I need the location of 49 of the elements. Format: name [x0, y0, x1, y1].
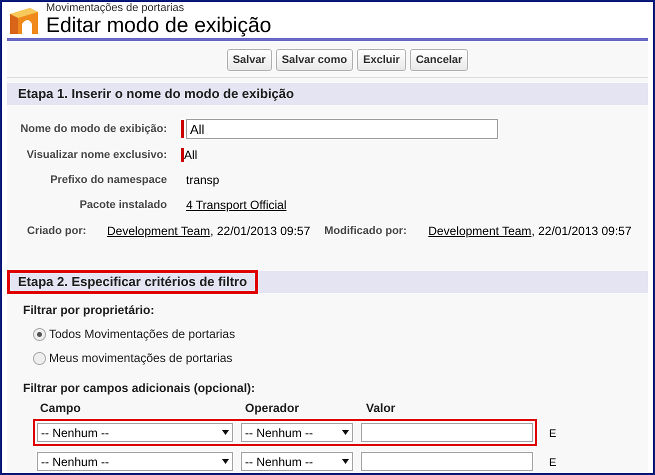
required-marker [181, 120, 184, 138]
column-header: Valor [366, 401, 396, 415]
select-value: -- Nenhum -- [41, 454, 110, 470]
select-value: -- Nenhum -- [245, 424, 314, 442]
field-label: Modificado por: [324, 224, 408, 239]
radio-button[interactable] [33, 352, 46, 364]
conjunction-label: E [549, 456, 556, 472]
page-title: Editar modo de exibição [46, 14, 272, 38]
action-button[interactable]: Excluir [357, 49, 406, 71]
radio-label: Meus movimentações de portarias [49, 350, 232, 367]
user-link[interactable]: Development Team [428, 222, 532, 240]
action-button[interactable]: Salvar [226, 49, 272, 71]
filter-label: Filtrar por proprietário: [23, 302, 154, 319]
modified-date: , 22/01/2013 09:57 [531, 223, 632, 240]
package-link[interactable]: 4 Transport Official [181, 196, 286, 214]
unique-name-value: All [184, 147, 198, 164]
field-label: Nome do modo de exibição: [19, 122, 168, 137]
dropdown-arrow-icon [342, 429, 349, 436]
name-input-field[interactable]: All [186, 119, 498, 139]
conjunction-label: E [549, 427, 556, 442]
field-select[interactable]: -- Nenhum -- [37, 423, 233, 442]
value-input-field[interactable] [361, 452, 533, 471]
operator-select[interactable]: -- Nenhum -- [241, 452, 353, 471]
field-label: Pacote instalado [78, 198, 168, 213]
field-label: Visualizar nome exclusivo: [26, 148, 168, 163]
section-heading: Etapa 2. Especificar critérios de filtro [7, 270, 258, 294]
filter-label: Filtrar por campos adicionais (opcional): [23, 380, 256, 397]
field-select[interactable]: -- Nenhum -- [37, 452, 233, 471]
field-label: Criado por: [26, 224, 87, 239]
breadcrumb: Movimentações de portarias [46, 2, 186, 14]
dropdown-arrow-icon [222, 429, 229, 436]
action-button[interactable]: Cancelar [410, 49, 468, 71]
radio-label: Todos Movimentações de portarias [49, 326, 236, 343]
section-heading: Etapa 1. Inserir o nome do modo de exibição [17, 85, 295, 104]
action-button[interactable]: Salvar como [276, 49, 354, 71]
column-header: Operador [245, 401, 300, 415]
operator-select[interactable]: -- Nenhum -- [241, 423, 353, 442]
select-value: -- Nenhum -- [41, 424, 110, 442]
dropdown-arrow-icon [342, 458, 349, 465]
radio-button[interactable] [33, 328, 46, 340]
field-label: Prefixo do namespace [49, 172, 168, 188]
required-marker [181, 148, 184, 162]
select-value: -- Nenhum -- [245, 454, 314, 470]
dropdown-arrow-icon [222, 458, 229, 465]
column-header: Campo [40, 401, 81, 415]
value-input-field[interactable] [361, 423, 533, 442]
created-date: , 22/01/2013 09:57 [210, 223, 310, 240]
user-link[interactable]: Development Team [107, 222, 210, 240]
namespace-value: transp [185, 172, 220, 189]
